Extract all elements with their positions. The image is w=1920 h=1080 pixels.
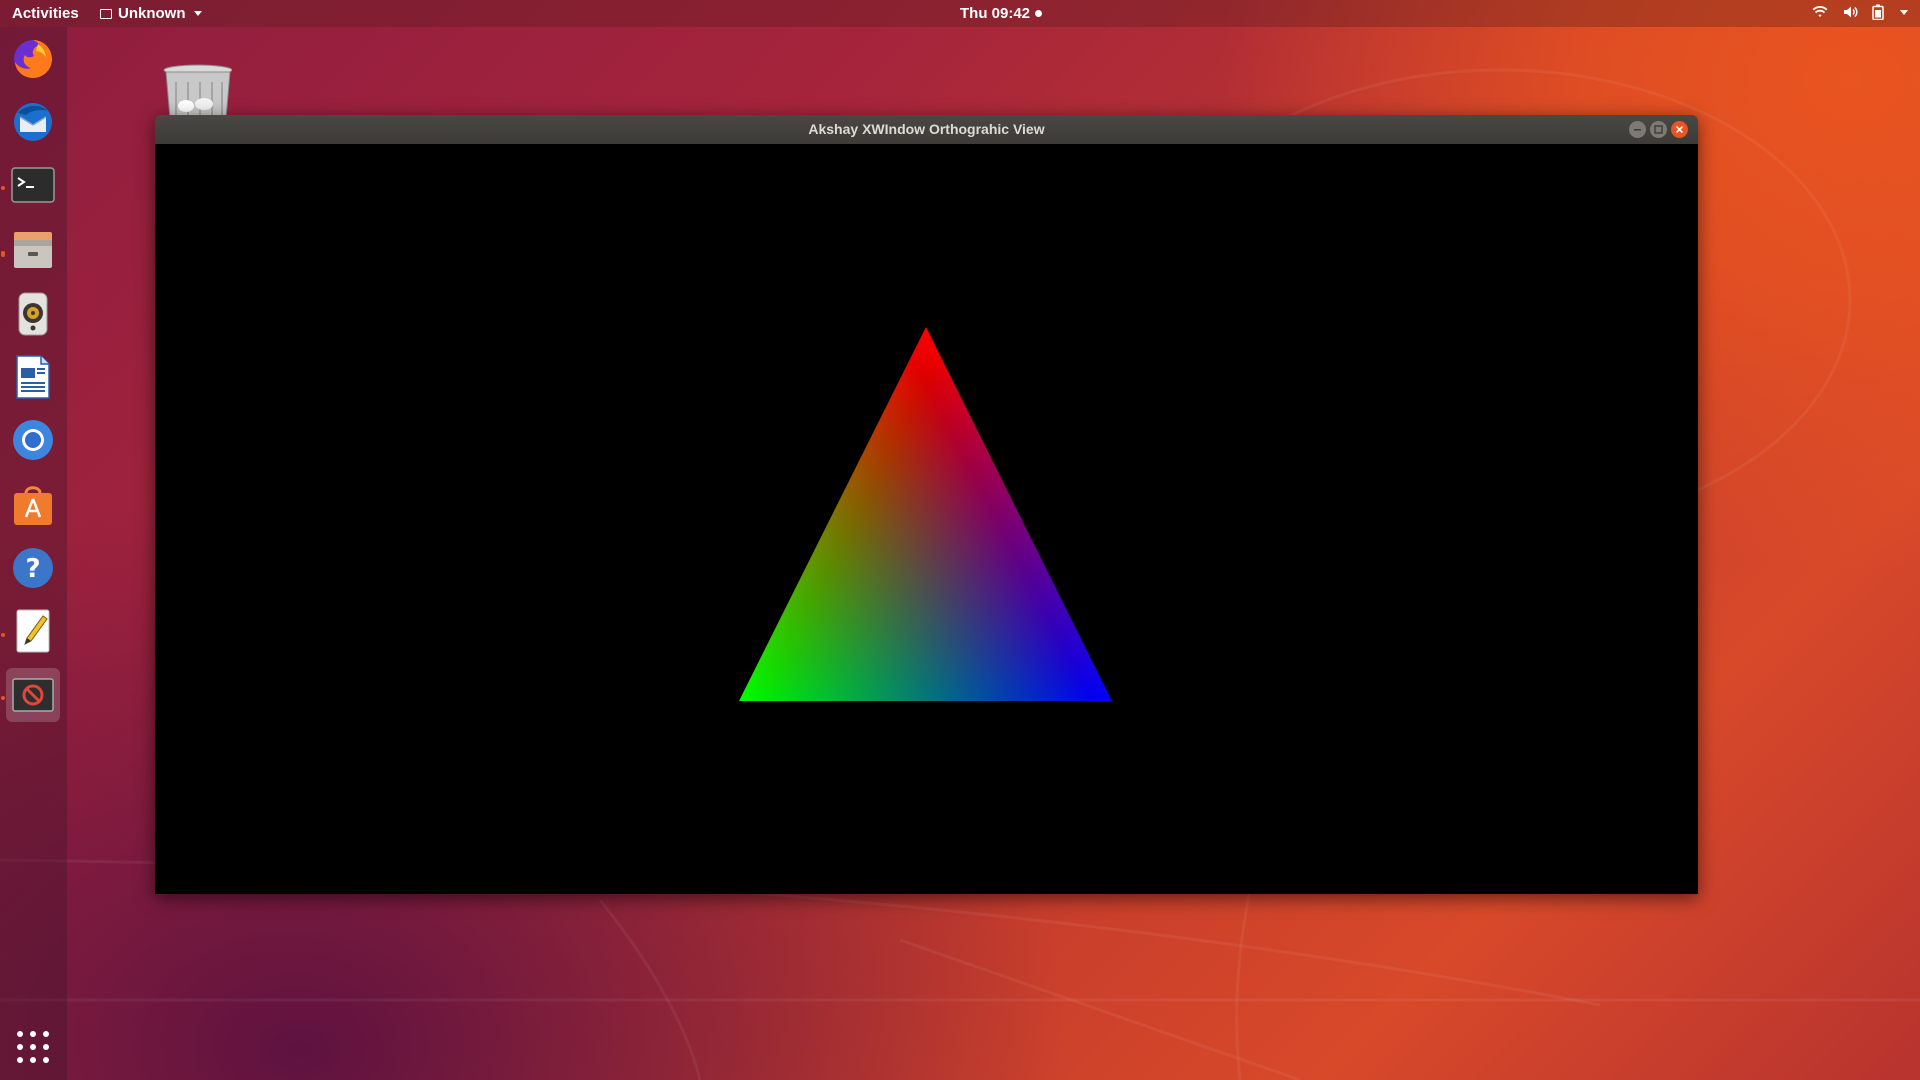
grid-dot xyxy=(43,1031,49,1037)
top-bar: Activities Unknown Thu 09:42 xyxy=(0,0,1920,27)
svg-text:?: ? xyxy=(25,554,40,584)
terminal-icon xyxy=(11,167,55,203)
grid-dot xyxy=(43,1044,49,1050)
close-icon xyxy=(1675,125,1684,134)
dock-item-xwindow-app[interactable] xyxy=(6,668,60,722)
show-applications-grid-icon[interactable] xyxy=(17,1031,49,1063)
blocked-window-icon xyxy=(12,678,54,712)
clock[interactable]: Thu 09:42 xyxy=(960,5,1043,22)
notification-dot-icon xyxy=(1035,10,1043,17)
minimize-icon xyxy=(1634,129,1641,131)
close-button[interactable] xyxy=(1671,121,1688,138)
system-menu-chevron-icon xyxy=(1900,9,1908,15)
minimize-button[interactable] xyxy=(1629,121,1646,138)
window-title: Akshay XWIndow Orthograhic View xyxy=(808,121,1045,137)
trash-icon[interactable] xyxy=(160,64,232,118)
chromium-icon xyxy=(13,420,53,460)
activities-button[interactable]: Activities xyxy=(12,5,79,22)
document-icon xyxy=(16,355,50,399)
window-titlebar[interactable]: Akshay XWIndow Orthograhic View xyxy=(155,115,1698,144)
running-indicator xyxy=(1,251,5,255)
maximize-icon xyxy=(1654,125,1663,134)
running-indicator xyxy=(1,186,5,190)
window-icon xyxy=(100,8,112,19)
running-indicator xyxy=(1,633,5,637)
chevron-down-icon xyxy=(193,11,202,16)
dock-item-libreoffice-writer[interactable] xyxy=(6,350,60,404)
system-tray[interactable] xyxy=(1812,4,1908,20)
grid-dot xyxy=(17,1044,23,1050)
triangle-red-layer xyxy=(739,327,1112,701)
firefox-icon xyxy=(14,40,52,78)
dock-item-chromium[interactable] xyxy=(6,413,60,467)
xwindow-app-window: Akshay XWIndow Orthograhic View xyxy=(155,115,1698,894)
dock-item-files[interactable] xyxy=(6,223,60,277)
dock-item-thunderbird[interactable] xyxy=(6,95,60,149)
shopping-bag-icon xyxy=(14,486,52,525)
wifi-icon xyxy=(1812,6,1828,17)
thunderbird-icon xyxy=(14,103,52,141)
dock-item-terminal[interactable] xyxy=(6,158,60,212)
dock: ? xyxy=(0,27,67,1080)
opengl-viewport[interactable] xyxy=(155,144,1698,894)
grid-dot xyxy=(30,1044,36,1050)
triangle-canvas xyxy=(739,327,1112,701)
dock-item-rhythmbox[interactable] xyxy=(6,287,60,341)
grid-dot xyxy=(43,1057,49,1063)
clock-label: Thu 09:42 xyxy=(960,5,1031,22)
volume-icon xyxy=(1844,6,1858,18)
grid-dot xyxy=(30,1031,36,1037)
grid-dot xyxy=(17,1057,23,1063)
app-menu-label: Unknown xyxy=(118,5,186,22)
window-controls xyxy=(1629,121,1688,138)
app-menu[interactable]: Unknown xyxy=(100,5,202,22)
battery-icon xyxy=(1872,4,1884,20)
dock-item-software-center[interactable] xyxy=(6,477,60,531)
files-icon xyxy=(14,232,52,268)
dock-item-help[interactable]: ? xyxy=(6,541,60,595)
grid-dot xyxy=(17,1031,23,1037)
maximize-button[interactable] xyxy=(1650,121,1667,138)
speaker-icon xyxy=(18,292,48,336)
grid-dot xyxy=(30,1057,36,1063)
text-editor-icon xyxy=(16,609,50,653)
dock-item-text-editor[interactable] xyxy=(6,604,60,658)
dock-item-firefox[interactable] xyxy=(6,31,60,85)
running-indicator xyxy=(1,696,5,700)
help-icon: ? xyxy=(13,548,53,588)
